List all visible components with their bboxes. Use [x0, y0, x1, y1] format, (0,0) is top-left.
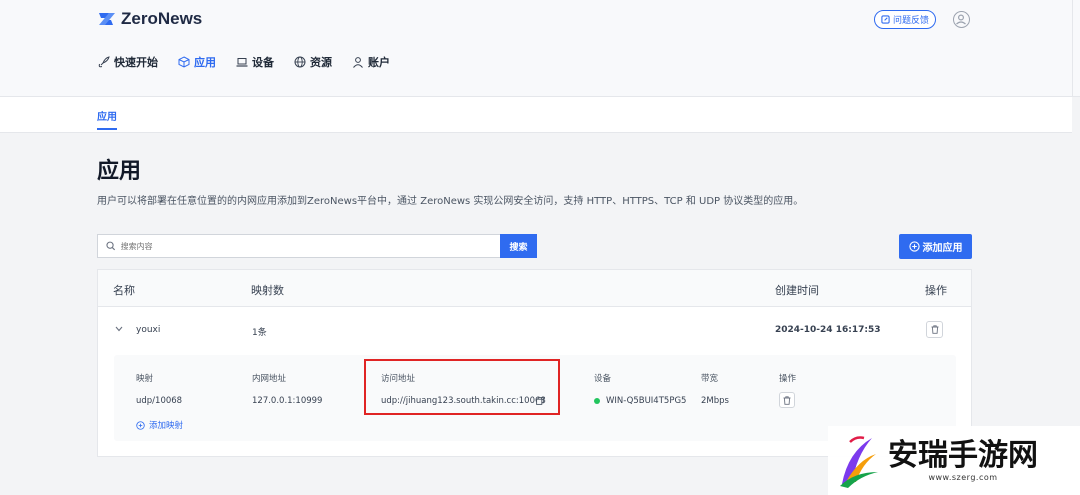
- globe-icon: [294, 56, 306, 68]
- column-header-created: 创建时间: [775, 284, 819, 297]
- zeronews-logo-icon: [99, 13, 115, 25]
- main-nav: 快速开始 应用 设备 资源 账户: [98, 54, 410, 70]
- delete-mapping-button[interactable]: [779, 392, 795, 408]
- cube-icon: [178, 56, 190, 68]
- add-mapping-link[interactable]: 添加映射: [136, 419, 183, 431]
- nav-item-resources[interactable]: 资源: [294, 54, 332, 70]
- nav-label: 快速开始: [114, 56, 158, 69]
- column-header-name: 名称: [113, 284, 135, 297]
- add-app-label: 添加应用: [922, 243, 963, 254]
- mapping-value: udp/10068: [136, 396, 183, 406]
- device-value: WIN-Q5BUI4T5PG5: [594, 396, 686, 406]
- search-button[interactable]: 搜索: [500, 234, 537, 258]
- nav-label: 应用: [194, 56, 216, 69]
- device-name: WIN-Q5BUI4T5PG5: [606, 396, 687, 406]
- delete-app-button[interactable]: [926, 321, 943, 338]
- feedback-button[interactable]: 问题反馈: [874, 10, 937, 29]
- user-avatar-icon[interactable]: [953, 11, 970, 28]
- detail-header-device: 设备: [594, 374, 612, 384]
- detail-header-mapping: 映射: [136, 374, 154, 384]
- trash-icon: [931, 325, 938, 334]
- tab-apps[interactable]: 应用: [97, 108, 117, 123]
- chevron-down-icon[interactable]: [115, 326, 123, 332]
- edit-icon: [881, 15, 890, 24]
- page-title: 应用: [97, 159, 142, 184]
- detail-header-actions: 操作: [779, 374, 797, 384]
- top-header: ZeroNews 问题反馈 快速开始 应用 设备 资源 账户: [0, 0, 1080, 97]
- column-header-mappings: 映射数: [251, 284, 284, 297]
- laptop-icon: [236, 58, 248, 67]
- nav-label: 资源: [310, 56, 332, 69]
- detail-header-bandwidth: 带宽: [701, 374, 719, 384]
- nav-item-apps[interactable]: 应用: [178, 54, 216, 70]
- watermark-logo-icon: [840, 435, 878, 488]
- rocket-icon: [98, 56, 110, 68]
- nav-label: 设备: [252, 56, 274, 69]
- search-box: [97, 234, 500, 258]
- column-header-actions: 操作: [925, 284, 947, 297]
- nav-item-account[interactable]: 账户: [352, 54, 390, 70]
- table-header: 名称 映射数 创建时间 操作: [98, 270, 971, 307]
- search-input[interactable]: [120, 241, 500, 251]
- plus-circle-icon: [908, 241, 920, 252]
- online-status-dot: [594, 397, 600, 404]
- zeronews-logo[interactable]: ZeroNews: [97, 9, 202, 29]
- page-description: 用户可以将部署在任意位置的的内网应用添加到ZeroNews平台中，通过 Zero…: [97, 196, 804, 207]
- watermark-url: www.szerg.com: [928, 473, 998, 482]
- bandwidth-value: 2Mbps: [701, 396, 729, 406]
- user-icon: [353, 57, 363, 68]
- intranet-address: 127.0.0.1:10999: [252, 396, 323, 406]
- nav-item-devices[interactable]: 设备: [236, 54, 274, 70]
- search-bar: 搜索: [97, 234, 537, 258]
- highlight-annotation-box: [364, 359, 560, 415]
- trash-icon: [783, 395, 791, 405]
- site-watermark: 安瑞手游网 www.szerg.com: [828, 426, 1080, 495]
- watermark-title: 安瑞手游网: [888, 438, 1038, 473]
- divider: [1072, 0, 1073, 97]
- created-time: 2024-10-24 16:17:53: [775, 325, 881, 335]
- nav-label: 账户: [368, 56, 390, 69]
- app-name: youxi: [136, 325, 161, 335]
- active-tab-indicator: [97, 128, 117, 130]
- search-icon: [106, 241, 116, 251]
- detail-header-intranet: 内网地址: [252, 374, 287, 384]
- nav-item-quickstart[interactable]: 快速开始: [98, 54, 158, 70]
- mapping-count: 1条: [252, 328, 267, 338]
- plus-circle-icon: [136, 420, 145, 430]
- table-row[interactable]: youxi 1条 2024-10-24 16:17:53: [98, 308, 971, 351]
- brand-name: ZeroNews: [121, 9, 203, 28]
- add-app-button[interactable]: 添加应用: [899, 234, 972, 259]
- feedback-label: 问题反馈: [893, 16, 930, 26]
- add-mapping-label: 添加映射: [149, 421, 184, 431]
- sub-tabs: 应用: [0, 97, 1072, 133]
